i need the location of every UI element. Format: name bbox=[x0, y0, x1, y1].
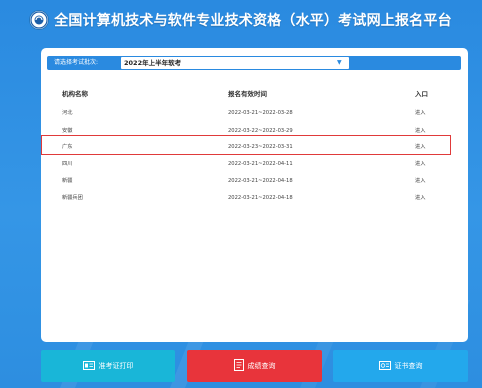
institution-name: 四川 bbox=[62, 161, 73, 167]
page-header: 全国计算机技术与软件专业技术资格（水平）考试网上报名平台 bbox=[0, 0, 482, 40]
table-row: 新疆兵团 2022-03-21~2022-04-18 进入 bbox=[41, 193, 468, 205]
institution-name: 新疆兵团 bbox=[62, 195, 83, 201]
chevron-down-icon: ▼ bbox=[337, 59, 342, 66]
admission-ticket-print-label: 准考证打印 bbox=[98, 362, 134, 370]
entry-link[interactable]: 进入 bbox=[415, 159, 425, 169]
document-icon bbox=[233, 359, 244, 373]
column-header-period: 报名有效时间 bbox=[228, 90, 267, 98]
score-query-button[interactable]: 成绩查询 bbox=[187, 350, 322, 382]
column-header-entry: 入口 bbox=[415, 90, 428, 98]
registration-period: 2022-03-21~2022-03-28 bbox=[228, 110, 293, 116]
exam-batch-selector-bar: 请选择考试批次: 2022年上半年软考 ▼ bbox=[47, 56, 461, 70]
table-row: 四川 2022-03-21~2022-04-11 进入 bbox=[41, 159, 468, 171]
entry-link[interactable]: 进入 bbox=[415, 176, 425, 186]
column-header-institution: 机构名称 bbox=[62, 90, 88, 98]
certificate-query-button[interactable]: 证书查询 bbox=[333, 350, 468, 382]
exam-batch-value: 2022年上半年软考 bbox=[124, 59, 182, 67]
exam-batch-select[interactable]: 2022年上半年软考 ▼ bbox=[121, 57, 349, 69]
highlighted-row-frame bbox=[41, 135, 451, 155]
certificate-query-label: 证书查询 bbox=[394, 362, 423, 370]
entry-link[interactable]: 进入 bbox=[415, 108, 425, 118]
registration-period: 2022-03-21~2022-04-18 bbox=[228, 178, 293, 184]
registration-period: 2022-03-21~2022-04-11 bbox=[228, 161, 293, 167]
table-row: 新疆 2022-03-21~2022-04-18 进入 bbox=[41, 176, 468, 188]
institution-name: 新疆 bbox=[62, 178, 73, 184]
score-query-label: 成绩查询 bbox=[247, 362, 276, 370]
admission-ticket-print-button[interactable]: 准考证打印 bbox=[41, 350, 175, 382]
exam-batch-label: 请选择考试批次: bbox=[54, 59, 99, 66]
logo-icon bbox=[30, 11, 49, 29]
page-title: 全国计算机技术与软件专业技术资格（水平）考试网上报名平台 bbox=[54, 13, 452, 29]
registration-period: 2022-03-21~2022-04-18 bbox=[228, 195, 293, 201]
id-card-icon bbox=[82, 360, 95, 372]
institution-name: 河北 bbox=[62, 110, 73, 116]
entry-link[interactable]: 进入 bbox=[415, 193, 425, 203]
table-row: 河北 2022-03-21~2022-03-28 进入 bbox=[41, 108, 468, 120]
registration-panel: 请选择考试批次: 2022年上半年软考 ▼ 机构名称 报名有效时间 入口 河北 … bbox=[41, 48, 468, 342]
certificate-icon bbox=[378, 360, 391, 372]
